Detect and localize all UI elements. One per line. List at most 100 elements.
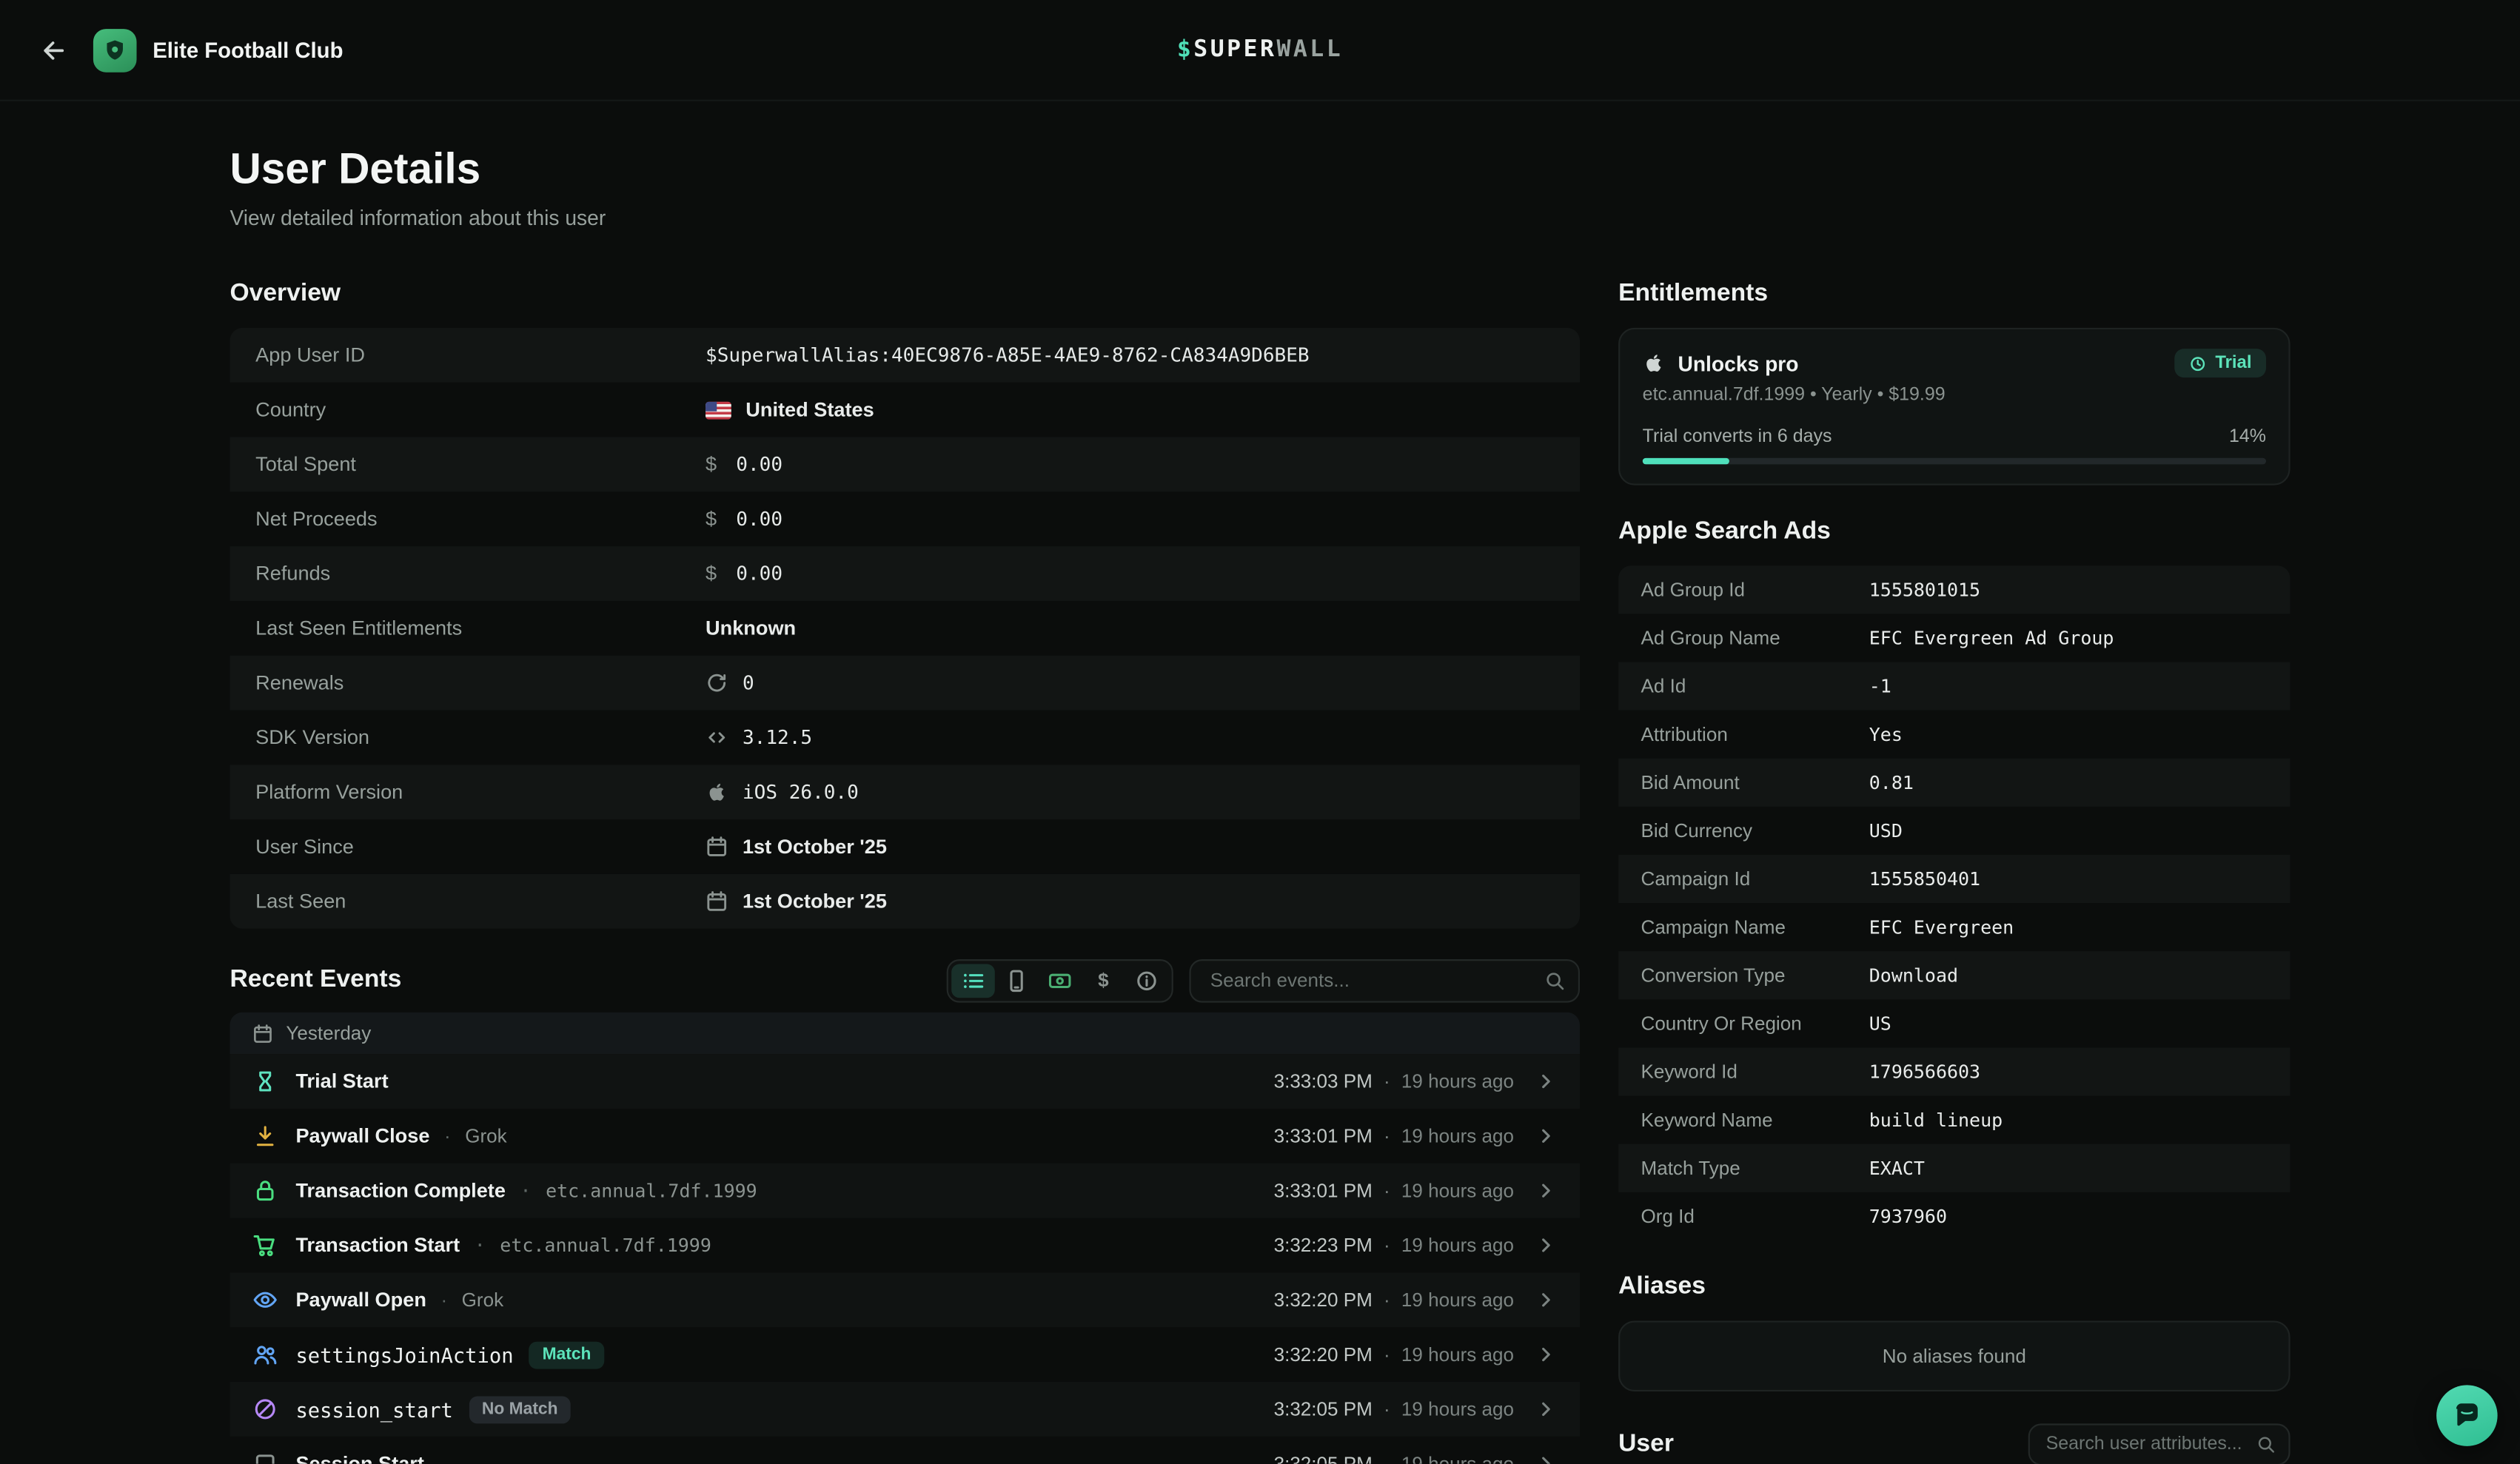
chevron-right-icon — [1535, 1179, 1557, 1201]
ads-table-row: Keyword Name build lineup — [1618, 1096, 2290, 1144]
details-sidebar: Entitlements Unlocks pro Trial etc.annua… — [1618, 280, 2290, 1464]
app-user-id-value: $SuperwallAlias:40EC9876-A85E-4AE9-8762-… — [706, 344, 1310, 366]
trial-converts-text: Trial converts in 6 days — [1643, 427, 1832, 446]
paywall-close-icon — [252, 1123, 278, 1149]
apple-search-ads-table: Ad Group Id 1555801015 Ad Group Name EFC… — [1618, 565, 2290, 1240]
app-breadcrumb: Elite Football Club — [93, 28, 344, 72]
overview-row-net-proceeds: Net Proceeds $0.00 — [229, 491, 1580, 546]
code-icon — [706, 726, 728, 748]
square-icon — [252, 1451, 278, 1463]
chat-widget-button[interactable] — [2436, 1385, 2497, 1445]
user-details-page: Elite Football Club $SUPERWALL User Deta… — [0, 0, 2520, 1464]
lock-icon — [252, 1178, 278, 1203]
entitlements-heading: Entitlements — [1618, 280, 2290, 309]
chevron-right-icon — [1535, 1070, 1557, 1092]
ads-table-row: Conversion Type Download — [1618, 951, 2290, 999]
event-row-paywall-open[interactable]: Paywall Open Grok 3:32:20 PM 19 hours ag… — [229, 1272, 1580, 1327]
event-row-session-start-custom[interactable]: session_start No Match 3:32:05 PM 19 hou… — [229, 1382, 1580, 1437]
trial-badge: Trial — [2175, 349, 2266, 377]
chevron-right-icon — [1535, 1125, 1557, 1147]
apple-search-ads-heading: Apple Search Ads — [1618, 517, 2290, 546]
clock-icon — [2190, 355, 2208, 372]
phone-icon — [1005, 968, 1029, 993]
filter-revenue-events-button[interactable]: $ — [1082, 963, 1125, 997]
event-row-paywall-close[interactable]: Paywall Close Grok 3:33:01 PM 19 hours a… — [229, 1109, 1580, 1164]
chat-bubble-icon — [2451, 1400, 2483, 1431]
events-list: Yesterday Trial Start 3:33:03 PM 19 hour… — [229, 1013, 1580, 1464]
ads-table-row: Ad Id -1 — [1618, 662, 2290, 710]
event-filter-toolbar: $ — [947, 958, 1173, 1002]
filter-info-events-button[interactable] — [1125, 963, 1169, 997]
overview-row-refunds: Refunds $0.00 — [229, 546, 1580, 601]
user-heading: User — [1618, 1430, 1674, 1459]
entitlement-card: Unlocks pro Trial etc.annual.7df.1999 • … — [1618, 328, 2290, 486]
ads-table-row: Bid Amount 0.81 — [1618, 759, 2290, 807]
main-content: User Details View detailed information a… — [229, 101, 2290, 1464]
dollar-icon: $ — [706, 508, 722, 530]
event-row-trial-start[interactable]: Trial Start 3:33:03 PM 19 hours ago — [229, 1054, 1580, 1109]
arrow-left-icon — [39, 36, 67, 64]
event-row-transaction-complete[interactable]: Transaction Complete etc.annual.7df.1999… — [229, 1164, 1580, 1218]
refresh-icon — [706, 671, 728, 694]
ads-table-row: Keyword Id 1796566603 — [1618, 1047, 2290, 1095]
cart-icon — [252, 1232, 278, 1258]
calendar-icon — [706, 836, 728, 858]
page-subtitle: View detailed information about this use… — [229, 206, 2290, 230]
apple-icon — [1643, 352, 1665, 374]
overview-row-country: Country United States — [229, 383, 1580, 437]
ads-table-row: Country Or Region US — [1618, 999, 2290, 1047]
filter-device-events-button[interactable] — [995, 963, 1039, 997]
list-icon — [961, 968, 985, 993]
aliases-heading: Aliases — [1618, 1272, 2290, 1301]
entitlement-name: Unlocks pro — [1678, 351, 1798, 375]
match-badge: Match — [529, 1341, 604, 1369]
overview-table: App User ID $SuperwallAlias:40EC9876-A85… — [229, 328, 1580, 929]
recent-events-header: Recent Events — [229, 958, 1580, 1003]
hourglass-icon — [252, 1069, 278, 1095]
logo-dollar: $ — [1177, 37, 1193, 63]
ads-table-row: Org Id 7937960 — [1618, 1192, 2290, 1240]
user-attributes-search-input[interactable] — [2028, 1423, 2291, 1463]
dollar-icon: $ — [706, 453, 722, 475]
overview-row-sdk-version: SDK Version 3.12.5 — [229, 711, 1580, 765]
overview-heading: Overview — [229, 280, 1580, 309]
aliases-empty-card: No aliases found — [1618, 1320, 2290, 1391]
event-row-transaction-start[interactable]: Transaction Start etc.annual.7df.1999 3:… — [229, 1218, 1580, 1273]
search-icon — [2256, 1435, 2276, 1454]
page-title: User Details — [229, 144, 2290, 194]
no-aliases-text: No aliases found — [1883, 1345, 2026, 1367]
event-row-settings-join-action[interactable]: settingsJoinAction Match 3:32:20 PM 19 h… — [229, 1327, 1580, 1382]
overview-row-user-since: User Since 1st October '25 — [229, 819, 1580, 874]
filter-transaction-events-button[interactable] — [1038, 963, 1082, 997]
overview-row-last-seen-entitlements: Last Seen Entitlements Unknown — [229, 601, 1580, 656]
users-icon — [252, 1342, 278, 1368]
overview-row-renewals: Renewals 0 — [229, 656, 1580, 711]
trial-percent: 14% — [2229, 427, 2266, 446]
ads-table-row: Ad Group Id 1555801015 — [1618, 565, 2290, 614]
club-crest-icon — [93, 28, 137, 72]
info-icon — [1135, 968, 1159, 993]
filter-all-events-button[interactable] — [951, 963, 995, 997]
ads-table-row: Campaign Name EFC Evergreen — [1618, 903, 2290, 951]
ads-table-row: Bid Currency USD — [1618, 807, 2290, 855]
us-flag-icon — [706, 401, 731, 419]
dollar-icon: $ — [706, 563, 722, 585]
circle-slash-icon — [252, 1397, 278, 1423]
eye-icon — [252, 1287, 278, 1313]
events-search-input[interactable] — [1189, 958, 1580, 1002]
ads-table-row: Attribution Yes — [1618, 711, 2290, 759]
superwall-logo: $SUPERWALL — [1177, 37, 1343, 63]
events-search — [1189, 958, 1580, 1002]
chevron-right-icon — [1535, 1453, 1557, 1464]
overview-row-app-user-id: App User ID $SuperwallAlias:40EC9876-A85… — [229, 328, 1580, 383]
chevron-right-icon — [1535, 1343, 1557, 1366]
overview-row-last-seen: Last Seen 1st October '25 — [229, 874, 1580, 929]
dollar-icon: $ — [1098, 969, 1109, 991]
chevron-right-icon — [1535, 1398, 1557, 1420]
event-row-session-start[interactable]: Session Start 3:32:05 PM 19 hours ago — [229, 1437, 1580, 1464]
overview-row-platform-version: Platform Version iOS 26.0.0 — [229, 765, 1580, 819]
back-button[interactable] — [32, 29, 73, 70]
chevron-right-icon — [1535, 1234, 1557, 1256]
calendar-icon — [706, 890, 728, 913]
user-attributes-search — [2028, 1423, 2291, 1463]
